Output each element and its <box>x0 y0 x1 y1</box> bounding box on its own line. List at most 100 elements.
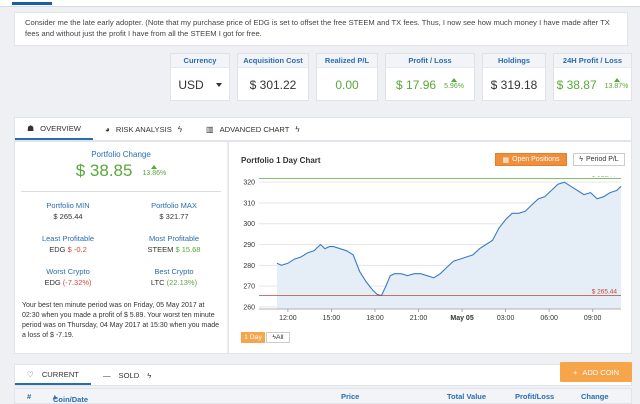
portfolio-chart: 260 270 280 290 300 310 320 $ 321.77 $ 265.44 12:… <box>243 176 622 322</box>
view-tabs: ☗ OVERVIEW ◕ RISK ANALYSIS ϟ ▥ ADVANCED … <box>14 117 632 141</box>
profit-24h-value: $ 38.87 <box>556 77 597 92</box>
min-label: $ 265.44 <box>592 289 618 296</box>
arrow-up-icon <box>151 164 158 169</box>
worst-crypto-coin: EDG <box>44 278 61 287</box>
acquisition-cost-header: Acquisition Cost <box>238 54 308 68</box>
profit-24h-percent: 13.87% <box>604 78 629 91</box>
best-crypto-label: Best Crypto <box>154 267 194 276</box>
most-profitable-label: Most Profitable <box>148 234 200 243</box>
x-tick-label: 15:00 <box>323 315 341 322</box>
range-all-label: All <box>276 334 284 341</box>
col-profit-loss[interactable]: Profit/Loss <box>515 392 554 401</box>
tab-risk-analysis-label: RISK ANALYSIS <box>115 124 172 134</box>
profit-24h-card: 24H Profit / Loss $ 38.87 13.87% <box>553 53 632 101</box>
tab-sold[interactable]: — SOLD ϟ <box>91 365 163 385</box>
portfolio-stats-panel: Portfolio Change $ 38.85 13.86% Portfoli… <box>14 141 228 354</box>
least-profitable: Least Profitable EDG $ -0.2 <box>15 233 121 255</box>
open-positions-button[interactable]: ▦ Open Positions <box>495 153 567 166</box>
portfolio-min-value: $ 265.44 <box>53 212 83 221</box>
best-crypto-pct: (22.13%) <box>166 278 198 287</box>
period-pl-label: Period P/L <box>586 156 619 163</box>
worst-crypto-pct: (-7.32%) <box>62 278 92 287</box>
portfolio-change-value: $ 38.85 <box>75 161 133 180</box>
most-profitable-coin: STEEM <box>147 245 174 254</box>
realized-pl-value: 0.00 <box>335 77 359 92</box>
most-profitable: Most Profitable STEEM $ 15.68 <box>121 233 227 255</box>
currency-card: Currency USD <box>170 53 230 101</box>
portfolio-change-value-wrap: $ 38.85 13.86% <box>15 161 227 181</box>
minus-icon: — <box>102 370 111 380</box>
series-area <box>277 182 621 309</box>
profit-24h-header: 24H Profit / Loss <box>554 54 631 68</box>
worst-crypto: Worst Crypto EDG (-7.32%) <box>15 266 121 288</box>
profit-loss-value-wrap: $ 17.96 5.96% <box>386 68 474 101</box>
active-nav-indicator <box>12 2 52 5</box>
plus-icon: + <box>572 367 578 377</box>
tab-overview[interactable]: ☗ OVERVIEW <box>15 118 93 140</box>
realized-pl-header: Realized P/L <box>317 54 377 68</box>
crypto-performance: Worst Crypto EDG (-7.32%) Best Crypto LT… <box>15 266 227 288</box>
currency-value: USD <box>178 77 204 92</box>
open-positions-label: Open Positions <box>512 156 560 163</box>
tab-current[interactable]: ♡ CURRENT <box>15 365 91 385</box>
chart-title: Portfolio 1 Day Chart <box>241 156 321 165</box>
currency-select[interactable]: USD <box>171 68 229 101</box>
holdings-table-header: # Coin/Date ▴ Price Total Value Profit/L… <box>14 388 632 404</box>
add-coin-label: ADD COIN <box>582 367 620 377</box>
heartbeat-icon: ♡ <box>27 369 34 379</box>
bolt-icon: ϟ <box>579 156 584 163</box>
col-index: # <box>27 392 32 401</box>
least-profitable-label: Least Profitable <box>41 234 95 243</box>
portfolio-max: Portfolio MAX $ 321.77 <box>121 200 227 222</box>
profit-loss-percent-value: 5.96% <box>444 83 464 90</box>
portfolio-max-value: $ 321.77 <box>159 212 189 221</box>
portfolio-min-label: Portfolio MIN <box>46 201 90 210</box>
col-coin-date-label: Coin/Date <box>53 395 89 404</box>
tab-overview-label: OVERVIEW <box>40 123 81 133</box>
portfolio-change-label: Portfolio Change <box>91 150 151 159</box>
portfolio-change-percent-value: 13.86% <box>142 169 167 177</box>
profit-24h-percent-value: 13.87% <box>604 83 629 90</box>
worst-crypto-label: Worst Crypto <box>46 267 90 276</box>
y-tick-label: 310 <box>243 200 255 207</box>
profit-24h-value-wrap: $ 38.87 13.87% <box>554 68 631 101</box>
portfolio-min: Portfolio MIN $ 265.44 <box>15 200 121 222</box>
profit-loss-percent: 5.96% <box>444 78 464 91</box>
x-tick-label: 21:00 <box>410 315 428 322</box>
y-tick-label: 260 <box>243 304 255 311</box>
bolt-icon: ϟ <box>177 124 183 134</box>
chart-icon: ▦ <box>502 156 510 164</box>
top-nav-bar <box>0 0 640 7</box>
holdings-header: Holdings <box>483 54 545 68</box>
range-1-day-button[interactable]: 1 Day <box>241 332 265 343</box>
portfolio-max-label: Portfolio MAX <box>151 201 197 210</box>
arrow-up-icon <box>613 78 620 82</box>
col-coin-date[interactable]: Coin/Date ▴ <box>53 392 88 404</box>
chart-panel: Portfolio 1 Day Chart ▦ Open Positions ϟ… <box>228 141 632 354</box>
tab-risk-analysis[interactable]: ◕ RISK ANALYSIS ϟ <box>93 118 194 140</box>
bar-chart-icon: ▥ <box>206 124 214 134</box>
col-total-value[interactable]: Total Value <box>447 392 486 401</box>
profit-loss-header: Profit / Loss <box>386 54 474 68</box>
best-crypto: Best Crypto LTC (22.13%) <box>121 266 227 288</box>
least-profitable-amount: $ -0.2 <box>67 245 87 254</box>
holdings-tabs: ♡ CURRENT — SOLD ϟ <box>14 364 632 386</box>
tab-advanced-chart[interactable]: ▥ ADVANCED CHART ϟ <box>194 118 312 140</box>
range-all-button[interactable]: ϟ All <box>266 332 290 343</box>
add-coin-button[interactable]: + ADD COIN <box>560 362 632 382</box>
holdings-card: Holdings $ 319.18 <box>482 53 546 101</box>
col-change[interactable]: Change <box>581 392 609 401</box>
caret-down-icon <box>215 82 222 87</box>
bolt-icon: ϟ <box>147 370 152 380</box>
tab-advanced-chart-label: ADVANCED CHART <box>219 124 290 134</box>
y-tick-label: 320 <box>243 180 255 187</box>
profit-loss-value: $ 17.96 <box>396 77 437 92</box>
worst-crypto-value: EDG (-7.32%) <box>15 277 121 288</box>
period-summary-note: Your best ten minute period was on Frida… <box>22 302 220 339</box>
col-price[interactable]: Price <box>341 392 359 401</box>
bolt-icon: ϟ <box>295 124 300 134</box>
currency-card-header: Currency <box>171 54 229 68</box>
acquisition-cost-value: $ 301.22 <box>249 77 297 92</box>
period-pl-button[interactable]: ϟ Period P/L <box>573 153 625 166</box>
pie-chart-icon: ◕ <box>104 124 110 134</box>
